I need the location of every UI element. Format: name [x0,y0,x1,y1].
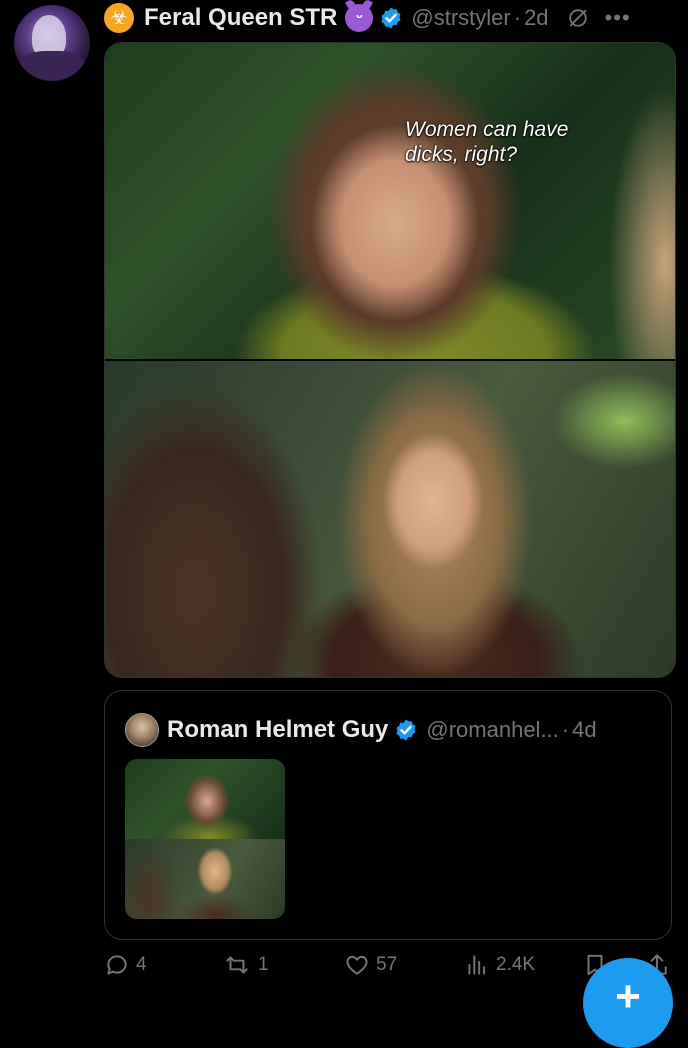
reply-count: 4 [136,954,147,975]
author-avatar[interactable] [14,5,90,81]
quoted-post-time: 4d [572,717,597,742]
more-options-icon[interactable]: ••• [605,5,631,31]
meme-caption: Women can have dicks, right? [405,118,569,166]
repost-button[interactable]: 1 [222,952,269,978]
author-handle[interactable]: @strstyler [411,5,510,31]
heart-icon [346,955,368,975]
like-button[interactable]: 57 [344,952,397,978]
like-count: 57 [376,954,398,975]
quoted-author-avatar [125,713,159,747]
quoted-author-name: Roman Helmet Guy [167,716,389,743]
verified-icon [396,719,416,741]
view-count: 2.4K [496,954,536,975]
avatar-figure-body [20,51,84,81]
repost-icon [226,956,248,974]
quoted-media-panel-top [125,759,285,839]
views-chart-icon [468,955,486,975]
biohazard-icon: ☣ [104,3,134,33]
quoted-media-panel-bottom [125,839,285,919]
separator-dot: · [513,5,522,30]
reply-icon [107,955,127,975]
post-time[interactable]: 2d [524,5,548,31]
compose-plus-icon: + [615,972,641,1021]
separator-dot: · [561,717,570,742]
repost-count: 1 [258,954,269,975]
media-panel-top: Women can have dicks, right? [105,43,675,359]
quoted-post[interactable]: Roman Helmet Guy @romanhel... · 4d [104,690,672,940]
post-media[interactable]: Women can have dicks, right? [104,42,676,678]
quoted-author-handle: @romanhel... [426,717,559,742]
media-panel-bottom [105,361,675,677]
verified-icon [381,7,401,29]
compose-button[interactable]: + [583,958,673,1048]
smiling-devil-icon: ᵕ [345,4,374,32]
quoted-post-header: Roman Helmet Guy @romanhel... · 4d [125,713,597,747]
reply-button[interactable]: 4 [104,952,147,978]
views-button[interactable]: 2.4K [464,952,535,978]
grok-icon[interactable] [567,7,589,29]
quoted-post-media[interactable] [125,759,285,919]
post-header: ☣ Feral Queen STR ᵕ @strstyler · 2d ••• [104,0,631,36]
author-display-name[interactable]: Feral Queen STR [144,4,337,32]
